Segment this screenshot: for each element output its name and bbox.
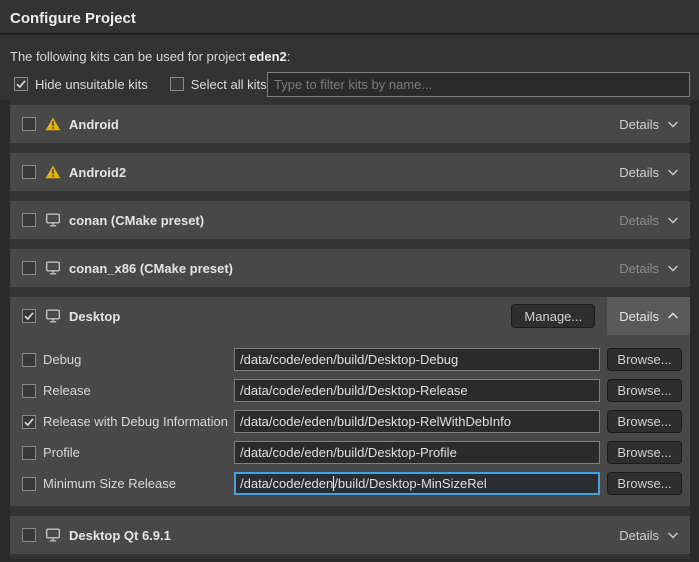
details-toggle[interactable]: Details [607,201,690,239]
build-config-row: Release with Debug Information/data/code… [10,406,690,437]
warning-icon [45,165,61,179]
kit-header: conan_x86 (CMake preset) Details [10,249,690,287]
build-config-label: Profile [43,445,80,460]
details-label: Details [619,165,659,180]
browse-button[interactable]: Browse... [607,441,682,464]
kit-name: Android2 [69,165,126,180]
build-config-row: Profile/data/code/eden/build/Desktop-Pro… [10,437,690,468]
header-area: Configure Project The following kits can… [0,0,699,100]
hide-unsuitable-kits-label: Hide unsuitable kits [35,77,148,92]
chevron-down-icon [666,119,680,129]
kit-panel-android: Android Details [10,105,690,143]
path-text: /data/code/eden [240,476,333,491]
build-config-checkbox[interactable] [22,415,36,429]
details-label: Details [619,117,659,132]
build-path-input[interactable]: /data/code/eden/build/Desktop-RelWithDeb… [234,410,600,433]
kit-panel-android2: Android2 Details [10,153,690,191]
details-toggle[interactable]: Details [607,249,690,287]
kit-name: conan_x86 (CMake preset) [69,261,233,276]
kit-name: Android [69,117,119,132]
details-label: Details [619,309,659,324]
build-config-label: Debug [43,352,81,367]
kit-header: Desktop Qt 6.9.1 Details [10,516,690,554]
desktop-device-icon [45,309,61,323]
chevron-down-icon [666,530,680,540]
manage-button[interactable]: Manage... [511,304,595,328]
kit-panel-conan-x86-cmake-preset-: conan_x86 (CMake preset) Details [10,249,690,287]
chevron-down-icon [666,167,680,177]
browse-button[interactable]: Browse... [607,410,682,433]
browse-button[interactable]: Browse... [607,348,682,371]
kit-header: Android Details [10,105,690,143]
build-config-label: Minimum Size Release [43,476,176,491]
kit-checkbox[interactable] [22,165,36,179]
build-config-list: Debug/data/code/eden/build/Desktop-Debug… [10,335,690,506]
build-path-input[interactable]: /data/code/eden/build/Desktop-Profile [234,441,600,464]
build-config-checkbox[interactable] [22,446,36,460]
kit-checkbox[interactable] [22,117,36,131]
details-label: Details [619,528,659,543]
page-title: Configure Project [10,10,136,27]
build-config-label: Release [43,383,91,398]
kit-name: Desktop [69,309,120,324]
build-path-input[interactable]: /data/code/eden/build/Desktop-MinSizeRel [234,472,600,495]
kit-name: Desktop Qt 6.9.1 [69,528,171,543]
build-path-input[interactable]: /data/code/eden/build/Desktop-Release [234,379,600,402]
details-toggle[interactable]: Details [607,153,690,191]
configure-project-page: { "header": { "title": "Configure Projec… [0,0,699,562]
intro-text-before: The following kits can be used for proje… [10,49,249,64]
build-config-checkbox[interactable] [22,477,36,491]
build-config-checkbox[interactable] [22,384,36,398]
kit-name: conan (CMake preset) [69,213,204,228]
details-toggle[interactable]: Details [607,297,690,335]
details-label: Details [619,213,659,228]
warning-icon [45,117,61,131]
browse-button[interactable]: Browse... [607,472,682,495]
kit-header: conan (CMake preset) Details [10,201,690,239]
path-text: /build/Desktop-MinSizeRel [334,476,486,491]
build-config-row: Debug/data/code/eden/build/Desktop-Debug… [10,344,690,375]
details-toggle[interactable]: Details [607,516,690,554]
kit-panel-conan-cmake-preset-: conan (CMake preset) Details [10,201,690,239]
kit-filter-input[interactable] [267,72,690,97]
chevron-down-icon [666,263,680,273]
build-path-input[interactable]: /data/code/eden/build/Desktop-Debug [234,348,600,371]
details-label: Details [619,261,659,276]
intro-text: The following kits can be used for proje… [10,49,290,64]
desktop-device-icon [45,213,61,227]
hide-unsuitable-kits-checkbox[interactable] [14,77,28,91]
desktop-device-icon [45,528,61,542]
kit-list: AndroidDetailsAndroid2Detailsconan (CMak… [10,100,690,559]
select-all-kits-label: Select all kits [191,77,267,92]
chevron-up-icon [666,311,680,321]
desktop-device-icon [45,261,61,275]
kit-checkbox[interactable] [22,528,36,542]
browse-button[interactable]: Browse... [607,379,682,402]
build-config-checkbox[interactable] [22,353,36,367]
build-config-row: Minimum Size Release/data/code/eden/buil… [10,468,690,499]
details-toggle[interactable]: Details [607,105,690,143]
kit-panel-desktop-qt-6-9-1: Desktop Qt 6.9.1 Details [10,516,690,554]
project-name: eden2 [249,49,287,64]
build-config-label: Release with Debug Information [43,414,228,429]
kit-checkbox[interactable] [22,261,36,275]
kit-header: Android2 Details [10,153,690,191]
build-config-row: Release/data/code/eden/build/Desktop-Rel… [10,375,690,406]
intro-text-after: : [287,49,291,64]
kit-header: Desktop Manage... Details [10,297,690,335]
select-all-kits-checkbox[interactable] [170,77,184,91]
kit-panel-desktop: Desktop Manage... Details Debug/data/code/e… [10,297,690,506]
kit-checkbox[interactable] [22,309,36,323]
title-underline [0,33,699,35]
filter-bar: Hide unsuitable kits Select all kits [14,71,690,97]
kit-checkbox[interactable] [22,213,36,227]
chevron-down-icon [666,215,680,225]
